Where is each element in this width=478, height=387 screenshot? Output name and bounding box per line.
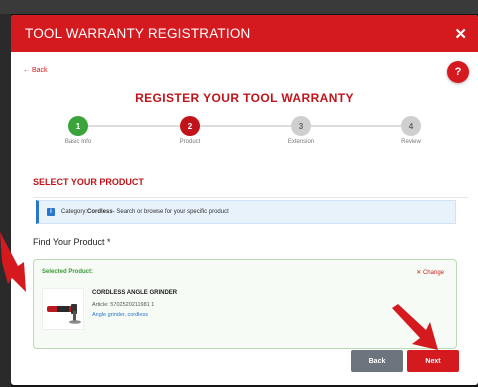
background-window-strip xyxy=(0,0,478,14)
modal-title: TOOL WARRANTY REGISTRATION xyxy=(25,26,251,41)
step-circle: 4 xyxy=(401,116,421,136)
background-window-left xyxy=(0,14,11,387)
page-title: REGISTER YOUR TOOL WARRANTY xyxy=(135,91,354,105)
pointer-arrow-icon xyxy=(0,232,26,292)
step-label: Extension xyxy=(287,139,315,145)
step-basic-info[interactable]: 1 Basic Info xyxy=(48,116,108,145)
info-suffix: - Search or browse for your specific pro… xyxy=(112,209,229,215)
selected-product-label: Selected Product: xyxy=(42,269,94,275)
step-circle: 3 xyxy=(291,116,311,136)
step-circle: 1 xyxy=(68,116,88,136)
product-name: CORDLESS ANGLE GRINDER xyxy=(92,290,178,296)
step-circle: 2 xyxy=(180,116,200,136)
step-extension[interactable]: 3 Extension xyxy=(271,116,331,145)
help-button[interactable]: ? xyxy=(447,61,469,83)
change-product-link[interactable]: ✕ Change xyxy=(416,269,444,276)
section-divider xyxy=(33,197,468,198)
product-article: Article: 5702520211981 1 xyxy=(92,302,155,308)
stepper-line xyxy=(81,125,406,127)
step-label: Basic Info xyxy=(64,139,92,145)
step-product[interactable]: 2 Product xyxy=(160,116,220,145)
find-product-label: Find Your Product * xyxy=(33,237,111,247)
info-icon: i xyxy=(47,208,55,216)
close-icon[interactable]: ✕ xyxy=(454,25,467,43)
pointer-arrow-icon xyxy=(392,304,438,350)
next-button[interactable]: Next xyxy=(407,350,459,372)
modal-header: TOOL WARRANTY REGISTRATION ✕ xyxy=(11,15,478,52)
section-heading: SELECT YOUR PRODUCT xyxy=(33,177,144,187)
info-prefix: Category: xyxy=(61,209,88,215)
angle-grinder-icon xyxy=(47,304,81,324)
back-link[interactable]: ← Back xyxy=(23,67,48,74)
back-button[interactable]: Back xyxy=(351,350,403,372)
step-review[interactable]: 4 Review xyxy=(381,116,441,145)
step-label: Product xyxy=(179,139,201,145)
category-info-box: i Category: Cordless - Search or browse … xyxy=(36,200,456,224)
help-icon: ? xyxy=(454,66,462,78)
product-image xyxy=(42,288,84,330)
product-category: Angle grinder, cordless xyxy=(92,312,148,318)
info-category: Cordless xyxy=(87,209,113,215)
step-label: Review xyxy=(401,139,421,145)
